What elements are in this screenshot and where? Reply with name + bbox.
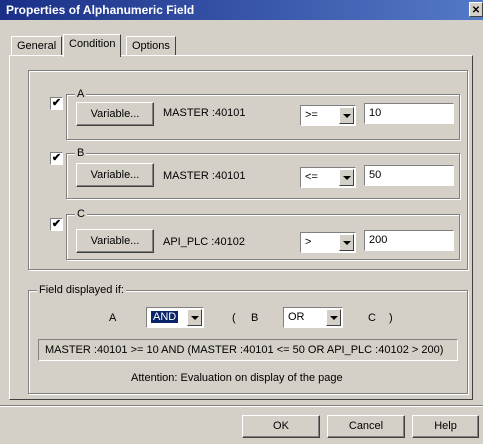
condition-b-checkbox[interactable]: ✔ [50, 152, 63, 165]
condition-b-variable-button[interactable]: Variable... [76, 163, 154, 187]
condition-c-value-input[interactable]: 200 [364, 230, 454, 251]
close-paren: ) [389, 312, 393, 324]
tab-general[interactable]: General [11, 36, 63, 56]
condition-a-variable: MASTER :40101 [163, 107, 246, 119]
title-bar[interactable]: Properties of Alphanumeric Field ✕ [0, 0, 483, 20]
operator-1: AND [151, 311, 179, 323]
condition-a-value-input[interactable]: 10 [364, 103, 454, 124]
condition-a-checkbox[interactable]: ✔ [50, 97, 63, 110]
condition-expression: MASTER :40101 >= 10 AND (MASTER :40101 <… [38, 339, 458, 361]
condition-a-operator-select[interactable]: >= [300, 105, 356, 126]
term-b: B [251, 312, 259, 324]
condition-c-variable-button[interactable]: Variable... [76, 229, 154, 253]
chevron-down-icon[interactable] [187, 309, 202, 326]
footer-divider [0, 405, 483, 407]
chevron-down-icon[interactable] [339, 107, 354, 124]
ok-button[interactable]: OK [242, 415, 320, 438]
condition-a-label: A [75, 87, 87, 101]
chevron-down-icon[interactable] [339, 234, 354, 251]
chevron-down-icon[interactable] [339, 169, 354, 186]
condition-c-checkbox[interactable]: ✔ [50, 218, 63, 231]
tab-condition[interactable]: Condition [63, 34, 122, 57]
open-paren: ( [232, 312, 236, 324]
operator-2: OR [288, 311, 305, 323]
properties-dialog: Properties of Alphanumeric Field ✕ Gener… [0, 0, 483, 444]
condition-b-operator-select[interactable]: <= [300, 167, 356, 188]
help-button[interactable]: Help [412, 415, 479, 438]
chevron-down-icon[interactable] [326, 309, 341, 326]
term-a: A [109, 312, 117, 324]
condition-b-label: B [75, 146, 87, 160]
close-icon[interactable]: ✕ [469, 2, 483, 17]
window-title: Properties of Alphanumeric Field [6, 3, 195, 17]
condition-c-operator-select[interactable]: > [300, 232, 356, 253]
cancel-button[interactable]: Cancel [327, 415, 405, 438]
field-displayed-label: Field displayed if: [37, 283, 126, 297]
tab-options[interactable]: Options [126, 36, 176, 56]
condition-b-variable: MASTER :40101 [163, 170, 246, 182]
condition-c-variable: API_PLC :40102 [163, 236, 245, 248]
condition-c-label: C [75, 207, 87, 221]
condition-c-operator: > [305, 236, 312, 248]
condition-a-operator: >= [305, 109, 318, 121]
operator-2-select[interactable]: OR [283, 307, 343, 328]
condition-b-value-input[interactable]: 50 [364, 165, 454, 186]
condition-b-operator: <= [305, 171, 318, 183]
condition-a-variable-button[interactable]: Variable... [76, 102, 154, 126]
term-c: C [368, 312, 376, 324]
attention-note: Attention: Evaluation on display of the … [131, 372, 343, 384]
operator-1-select[interactable]: AND [146, 307, 204, 328]
